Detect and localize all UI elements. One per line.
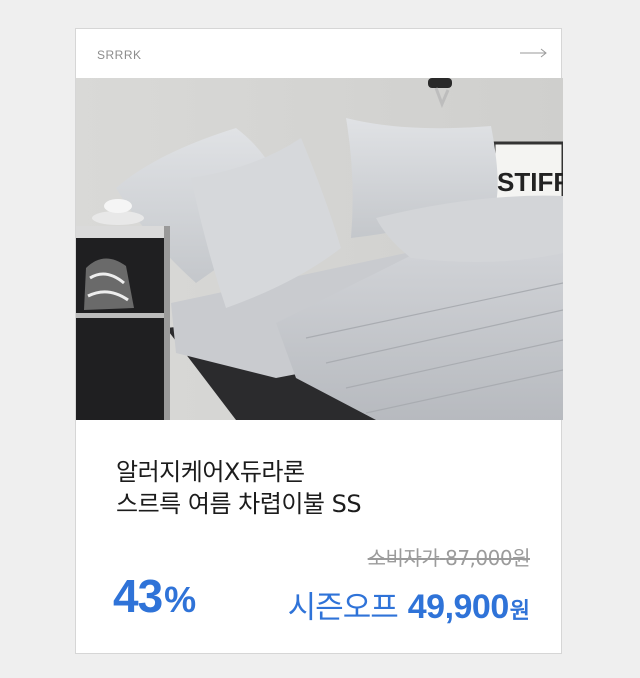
- sale-price-value: 49,900: [407, 588, 510, 626]
- card-header: SRRRK: [76, 29, 561, 79]
- arrow-right-icon[interactable]: [520, 47, 548, 59]
- sale-currency: 원: [509, 599, 530, 624]
- original-price-value: 87,000원: [445, 546, 530, 570]
- brand-name: SRRRK: [97, 48, 142, 62]
- discount-value: 43: [113, 570, 163, 622]
- wall-sign: STIFF: [492, 141, 563, 205]
- product-title[interactable]: 알러지케어X듀라론 스르륵 여름 차렵이불 SS: [116, 456, 536, 520]
- original-price-label: 소비자가: [367, 546, 440, 570]
- product-card[interactable]: SRRRK STIFF 알러지케어X듀라론 스르륵 여름 차렵이불 SS 43%…: [75, 28, 563, 654]
- product-title-line-2: 스르륵 여름 차렵이불 SS: [116, 490, 362, 518]
- product-photo[interactable]: STIFF: [76, 78, 563, 420]
- sale-price: 시즌오프 49,900원: [288, 582, 530, 627]
- original-price: 소비자가 87,000원: [367, 542, 531, 571]
- product-title-line-1: 알러지케어X듀라론: [116, 458, 305, 486]
- svg-text:STIFF: STIFF: [497, 167, 563, 197]
- sale-label: 시즌오프: [287, 590, 399, 626]
- discount-rate: 43%: [113, 569, 196, 623]
- discount-unit: %: [164, 579, 196, 620]
